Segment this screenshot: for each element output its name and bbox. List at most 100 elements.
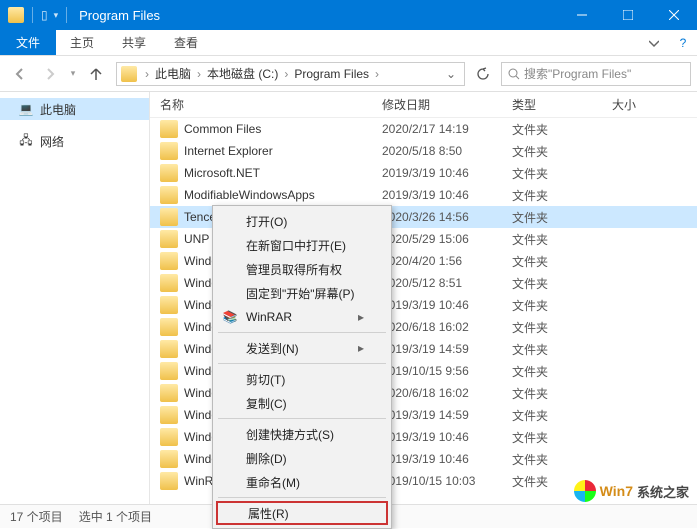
- col-date[interactable]: 修改日期: [382, 96, 512, 113]
- address-bar[interactable]: › 此电脑 › 本地磁盘 (C:) › Program Files › ⌄: [116, 62, 465, 86]
- separator: [218, 363, 386, 364]
- file-name: Microsoft.NET: [184, 166, 382, 180]
- folder-icon: [121, 66, 137, 82]
- file-type: 文件夹: [512, 297, 612, 314]
- window-title: Program Files: [79, 8, 160, 23]
- tab-view[interactable]: 查看: [160, 30, 212, 55]
- watermark: Win7 系统之家: [574, 480, 689, 502]
- cm-delete[interactable]: 删除(D): [216, 446, 388, 470]
- chevron-right-icon[interactable]: ›: [143, 67, 151, 81]
- table-row[interactable]: Microsoft.NET2019/3/19 10:46文件夹: [150, 162, 697, 184]
- file-name: Internet Explorer: [184, 144, 382, 158]
- col-name[interactable]: 名称: [160, 96, 382, 113]
- cm-admin-ownership[interactable]: 管理员取得所有权: [216, 257, 388, 281]
- file-type: 文件夹: [512, 121, 612, 138]
- file-type: 文件夹: [512, 187, 612, 204]
- crumb-thispc[interactable]: 此电脑: [151, 65, 195, 82]
- file-name: Common Files: [184, 122, 382, 136]
- sidebar-label: 网络: [40, 133, 64, 150]
- folder-icon: [160, 340, 178, 358]
- qat-button[interactable]: ▯: [41, 8, 48, 22]
- windows-logo-icon: [574, 480, 596, 502]
- forward-button[interactable]: [36, 60, 64, 88]
- search-input[interactable]: 搜索"Program Files": [501, 62, 691, 86]
- close-button[interactable]: [651, 0, 697, 30]
- col-size[interactable]: 大小: [612, 96, 697, 113]
- cm-copy[interactable]: 复制(C): [216, 391, 388, 415]
- folder-icon: [160, 406, 178, 424]
- cm-send-to[interactable]: 发送到(N)▸: [216, 336, 388, 360]
- cm-create-shortcut[interactable]: 创建快捷方式(S): [216, 422, 388, 446]
- column-headers: 名称 修改日期 类型 大小: [150, 92, 697, 118]
- file-type: 文件夹: [512, 275, 612, 292]
- file-date: 2020/5/18 8:50: [382, 144, 512, 158]
- cm-pin-start[interactable]: 固定到"开始"屏幕(P): [216, 281, 388, 305]
- file-date: 2020/5/29 15:06: [382, 232, 512, 246]
- folder-icon: [160, 296, 178, 314]
- sidebar-item-thispc[interactable]: 💻 此电脑: [0, 98, 149, 120]
- folder-icon: [160, 472, 178, 490]
- chevron-right-icon[interactable]: ›: [373, 67, 381, 81]
- tab-file[interactable]: 文件: [0, 30, 56, 55]
- ribbon-expand-icon[interactable]: [639, 30, 669, 55]
- cm-open-new-window[interactable]: 在新窗口中打开(E): [216, 233, 388, 257]
- separator: [218, 497, 386, 498]
- search-placeholder: 搜索"Program Files": [524, 65, 631, 82]
- file-date: 2020/6/18 16:02: [382, 386, 512, 400]
- sidebar-item-network[interactable]: 🖧 网络: [0, 130, 149, 152]
- file-date: 2019/3/19 10:46: [382, 430, 512, 444]
- separator: [218, 418, 386, 419]
- file-type: 文件夹: [512, 231, 612, 248]
- address-dropdown-icon[interactable]: ⌄: [442, 67, 460, 81]
- cm-open[interactable]: 打开(O): [216, 209, 388, 233]
- crumb-drive[interactable]: 本地磁盘 (C:): [203, 65, 282, 82]
- chevron-right-icon[interactable]: ›: [195, 67, 203, 81]
- file-date: 2020/4/20 1:56: [382, 254, 512, 268]
- cm-winrar[interactable]: 📚 WinRAR▸: [216, 305, 388, 329]
- chevron-right-icon: ▸: [358, 310, 364, 324]
- folder-icon: [160, 208, 178, 226]
- col-type[interactable]: 类型: [512, 96, 612, 113]
- crumb-folder[interactable]: Program Files: [290, 67, 373, 81]
- recent-dropdown-icon[interactable]: ▾: [66, 60, 80, 88]
- table-row[interactable]: Internet Explorer2020/5/18 8:50文件夹: [150, 140, 697, 162]
- up-button[interactable]: [82, 60, 110, 88]
- cm-rename[interactable]: 重命名(M): [216, 470, 388, 494]
- file-type: 文件夹: [512, 143, 612, 160]
- folder-icon: [160, 362, 178, 380]
- ribbon-tabs: 文件 主页 共享 查看 ?: [0, 30, 697, 56]
- search-icon: [508, 68, 520, 80]
- cm-cut[interactable]: 剪切(T): [216, 367, 388, 391]
- folder-icon: [160, 142, 178, 160]
- file-type: 文件夹: [512, 209, 612, 226]
- file-date: 2019/3/19 14:59: [382, 342, 512, 356]
- file-date: 2019/10/15 10:03: [382, 474, 512, 488]
- maximize-button[interactable]: [605, 0, 651, 30]
- cm-properties[interactable]: 属性(R): [216, 501, 388, 525]
- chevron-right-icon[interactable]: ›: [282, 67, 290, 81]
- folder-icon: [160, 274, 178, 292]
- minimize-button[interactable]: [559, 0, 605, 30]
- file-type: 文件夹: [512, 407, 612, 424]
- file-type: 文件夹: [512, 385, 612, 402]
- file-date: 2019/3/19 10:46: [382, 188, 512, 202]
- table-row[interactable]: ModifiableWindowsApps2019/3/19 10:46文件夹: [150, 184, 697, 206]
- folder-icon: [160, 230, 178, 248]
- file-date: 2019/10/15 9:56: [382, 364, 512, 378]
- navbar: ▾ › 此电脑 › 本地磁盘 (C:) › Program Files › ⌄ …: [0, 56, 697, 92]
- file-date: 2019/3/19 10:46: [382, 298, 512, 312]
- back-button[interactable]: [6, 60, 34, 88]
- folder-icon: [160, 120, 178, 138]
- qat-dropdown-icon[interactable]: ▾: [54, 10, 59, 21]
- context-menu: 打开(O) 在新窗口中打开(E) 管理员取得所有权 固定到"开始"屏幕(P) 📚…: [212, 205, 392, 529]
- help-icon[interactable]: ?: [669, 30, 697, 55]
- file-name: ModifiableWindowsApps: [184, 188, 382, 202]
- tab-share[interactable]: 共享: [108, 30, 160, 55]
- network-icon: 🖧: [18, 133, 34, 149]
- table-row[interactable]: Common Files2020/2/17 14:19文件夹: [150, 118, 697, 140]
- refresh-button[interactable]: [471, 62, 495, 86]
- status-selected: 选中 1 个项目: [79, 508, 152, 525]
- file-date: 2019/3/19 14:59: [382, 408, 512, 422]
- folder-icon: [8, 7, 24, 23]
- tab-home[interactable]: 主页: [56, 30, 108, 55]
